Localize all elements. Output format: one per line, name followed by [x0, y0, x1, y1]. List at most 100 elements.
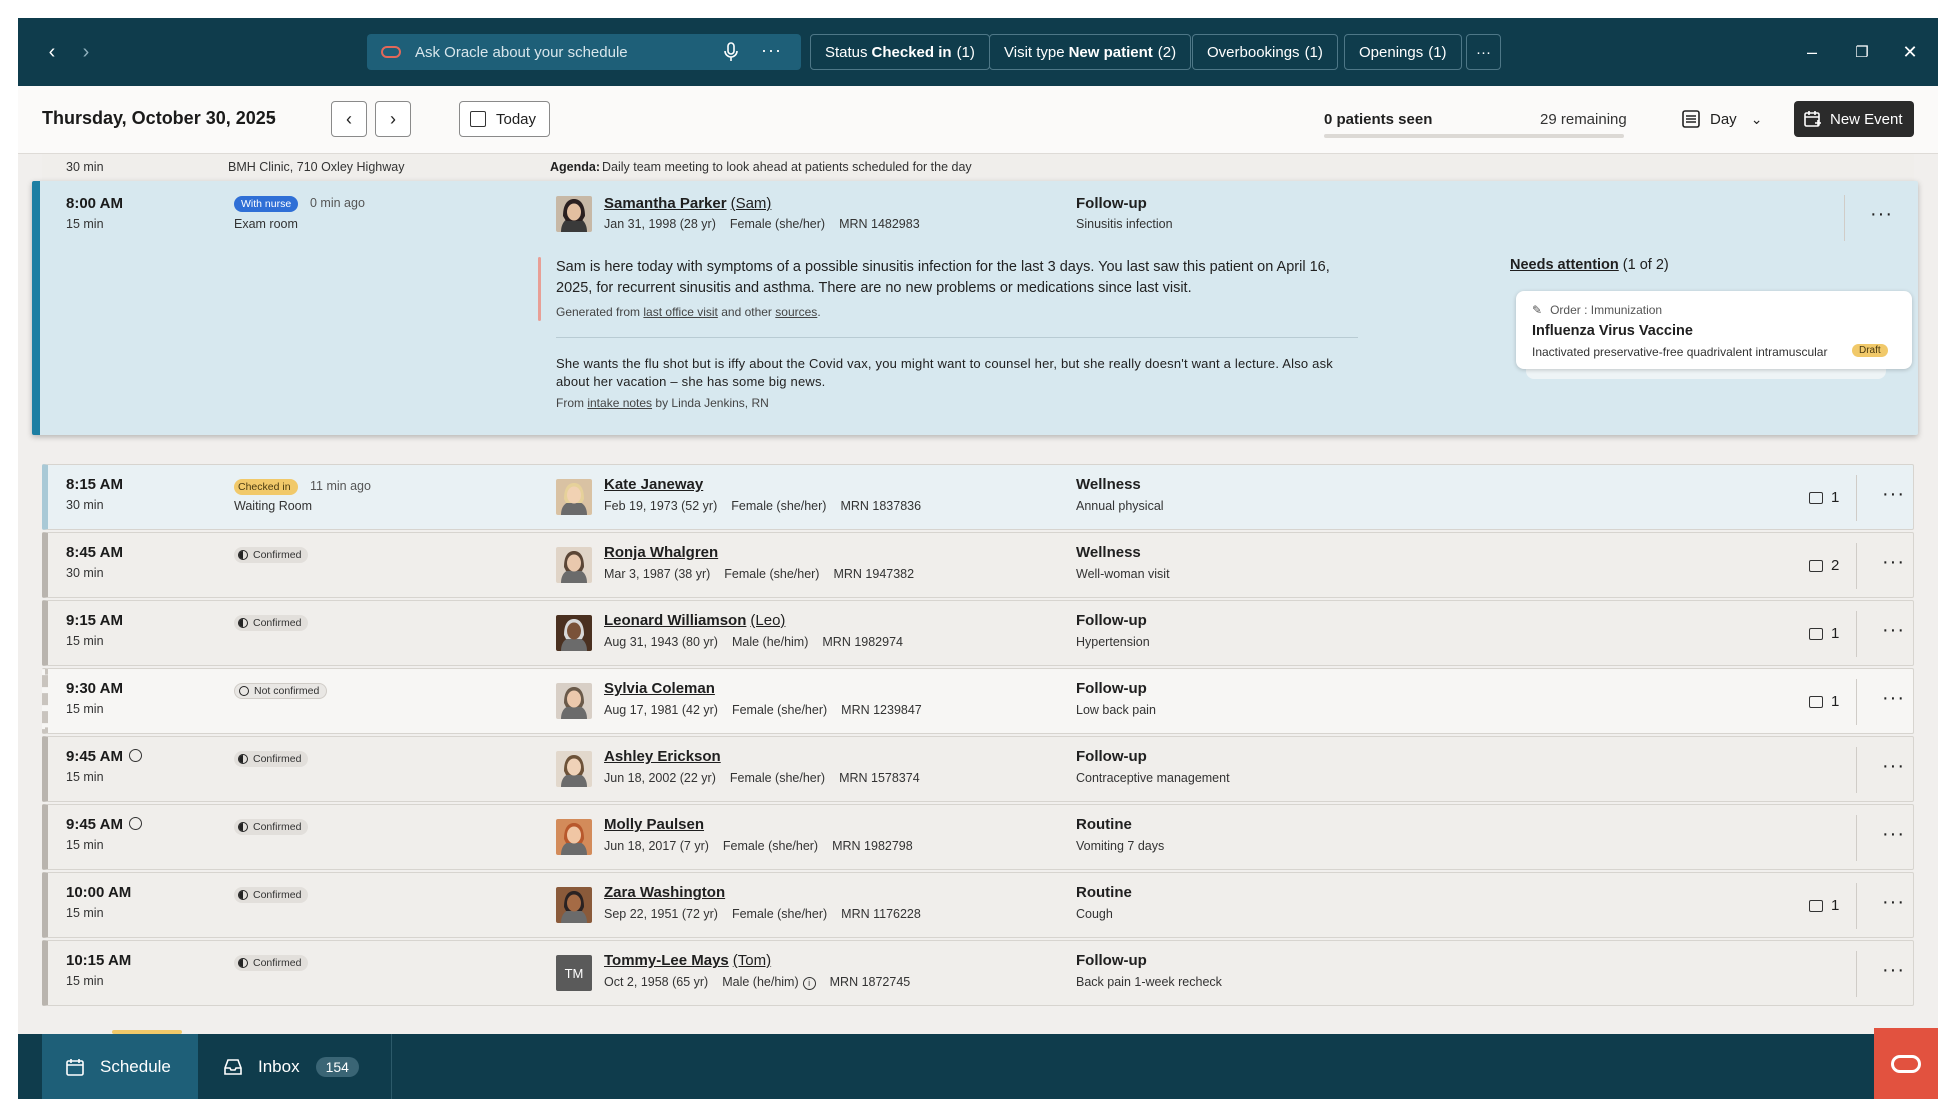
forward-arrow-icon[interactable]: › [74, 40, 98, 64]
appointment-time: 8:45 AM [66, 544, 123, 561]
clock-icon [128, 749, 142, 762]
patient-name-link[interactable]: Ronja Whalgren [604, 544, 722, 561]
more-options-icon[interactable]: ··· [1882, 891, 1905, 914]
more-options-icon[interactable]: ··· [1882, 687, 1905, 710]
new-event-button[interactable]: New Event [1794, 101, 1914, 137]
patient-sex: Male (he/him) [722, 975, 799, 989]
patient-name-link[interactable]: Ashley Erickson [604, 748, 725, 765]
filter-chip-overbookings[interactable]: Overbookings (1) [1192, 34, 1338, 70]
calendar-icon [66, 1058, 84, 1076]
appointment-row[interactable]: 8:45 AM 30 min Confirmed Ronja Whalgren … [42, 532, 1914, 598]
time-label: 9:30 AM [66, 680, 123, 697]
close-icon[interactable]: ✕ [1898, 40, 1922, 64]
patient-avatar[interactable] [556, 887, 592, 923]
more-options-icon[interactable]: ··· [1882, 551, 1905, 574]
tab-inbox[interactable]: Inbox 154 [198, 1034, 392, 1099]
patient-name-link[interactable]: Sylvia Coleman [604, 680, 719, 697]
patient-name-link[interactable]: Kate Janeway [604, 476, 707, 493]
ask-more-icon[interactable]: ··· [761, 40, 782, 61]
status-badge: Confirmed [234, 615, 309, 631]
confirmed-icon [238, 822, 248, 832]
visit-type: Follow-up [1076, 195, 1147, 212]
patient-avatar[interactable] [556, 683, 592, 719]
patient-name-link[interactable]: Samantha Parker (Sam) [604, 195, 771, 212]
patient-name-link[interactable]: Zara Washington [604, 884, 729, 901]
needs-attention-header[interactable]: Needs attention (1 of 2) [1510, 257, 1669, 273]
patient-nickname: (Leo) [750, 612, 786, 629]
order-type: ✎ Order : Immunization [1532, 303, 1662, 317]
patient-details: Oct 2, 1958 (65 yr) Male (he/him) i MRN 187… [604, 975, 924, 990]
patient-avatar[interactable] [556, 547, 592, 583]
patient-avatar[interactable] [556, 751, 592, 787]
confirmed-icon [238, 754, 248, 764]
restore-icon[interactable]: ❐ [1850, 40, 1874, 64]
patient-avatar[interactable] [556, 819, 592, 855]
appointment-row[interactable]: 10:15 AM 15 min Confirmed TM Tommy-Lee M… [42, 940, 1914, 1006]
info-icon[interactable]: i [802, 977, 816, 990]
status-label: Confirmed [253, 617, 302, 629]
message-indicator[interactable]: 1 [1809, 897, 1839, 914]
patient-name-link[interactable]: Molly Paulsen [604, 816, 708, 833]
confirmed-icon [238, 550, 248, 560]
chevron-down-icon[interactable]: ⌄ [266, 106, 278, 123]
patient-avatar[interactable] [556, 479, 592, 515]
order-card[interactable]: ✎ Order : Immunization Influenza Virus Va… [1516, 291, 1912, 369]
progress-bar [1324, 134, 1624, 138]
sources-link[interactable]: sources [775, 305, 817, 319]
patient-name-link[interactable]: Tommy-Lee Mays (Tom) [604, 952, 771, 969]
last-office-visit-link[interactable]: last office visit [643, 305, 717, 319]
more-options-icon[interactable]: ··· [1882, 483, 1905, 506]
message-indicator[interactable]: 1 [1809, 693, 1839, 710]
agenda-label: Agenda: [550, 160, 600, 174]
tab-schedule[interactable]: Schedule [42, 1034, 198, 1099]
patient-name-link[interactable]: Leonard Williamson (Leo) [604, 612, 785, 629]
patient-avatar[interactable] [556, 196, 592, 232]
more-options-icon[interactable]: ··· [1882, 959, 1905, 982]
patient-dob: Aug 17, 1981 (42 yr) [604, 703, 718, 717]
expanded-appointment-card[interactable]: 8:00 AM 15 min With nurse 0 min ago Exam… [32, 181, 1918, 435]
more-filters-icon[interactable]: ··· [1466, 34, 1501, 70]
minimize-icon[interactable]: – [1800, 40, 1824, 64]
appointment-row[interactable]: 10:00 AM 15 min Confirmed Zara Washingto… [42, 872, 1914, 938]
today-button[interactable]: Today [459, 101, 550, 137]
status-label: Checked in [238, 481, 291, 493]
ask-oracle-input[interactable]: Ask Oracle about your schedule ··· [367, 34, 801, 70]
message-indicator[interactable]: 1 [1809, 625, 1839, 642]
appointment-time: 8:15 AM [66, 476, 123, 493]
filter-chip-visit-type[interactable]: Visit type New patient (2) [989, 34, 1192, 70]
view-selector[interactable]: Day ⌄ [1682, 110, 1762, 128]
message-indicator[interactable]: 2 [1809, 557, 1839, 574]
source-suffix: . [817, 305, 821, 319]
filter-chip-openings[interactable]: Openings (1) [1344, 34, 1462, 70]
appointment-row[interactable]: 9:30 AM 15 min Not confirmed Sylvia Cole… [42, 668, 1914, 734]
appointment-duration: 15 min [66, 217, 104, 231]
more-options-icon[interactable]: ··· [1882, 755, 1905, 778]
patient-sex: Female (she/her) [724, 567, 820, 581]
previous-day-button[interactable]: ‹ [331, 101, 367, 137]
more-options-icon[interactable]: ··· [1882, 619, 1905, 642]
appointment-row[interactable]: 9:45 AM 15 min Confirmed Ashley Erickson… [42, 736, 1914, 802]
message-indicator[interactable]: 1 [1809, 489, 1839, 506]
note-source: From intake notes by Linda Jenkins, RN [556, 396, 769, 410]
back-arrow-icon[interactable]: ‹ [40, 40, 64, 64]
time-label: 10:00 AM [66, 884, 132, 901]
source-mid: and other [721, 305, 772, 319]
patient-avatar[interactable] [556, 615, 592, 651]
more-options-icon[interactable]: ··· [1882, 823, 1905, 846]
divider [1856, 883, 1857, 929]
oracle-assistant-button[interactable] [1874, 1028, 1938, 1099]
partial-event-row[interactable]: 30 min BMH Clinic, 710 Oxley Highway Age… [42, 154, 1914, 182]
divider [1856, 679, 1857, 725]
next-day-button[interactable]: › [375, 101, 411, 137]
microphone-icon[interactable] [723, 42, 739, 62]
intake-notes-link[interactable]: intake notes [587, 396, 652, 410]
appointment-row[interactable]: 9:15 AM 15 min Confirmed Leonard William… [42, 600, 1914, 666]
more-options-icon[interactable]: ··· [1870, 203, 1893, 226]
appointment-row[interactable]: 9:45 AM 15 min Confirmed Molly Paulsen J… [42, 804, 1914, 870]
patient-avatar[interactable]: TM [556, 955, 592, 991]
appointment-row[interactable]: 8:15 AM 30 min Checked in 11 min ago Wai… [42, 464, 1914, 530]
filter-chip-status[interactable]: Status Checked in (1) [810, 34, 990, 70]
date-label[interactable]: Thursday, October 30, 2025 [42, 108, 276, 129]
status-badge: Confirmed [234, 751, 309, 767]
appointment-time: 8:00 AM [66, 195, 123, 212]
